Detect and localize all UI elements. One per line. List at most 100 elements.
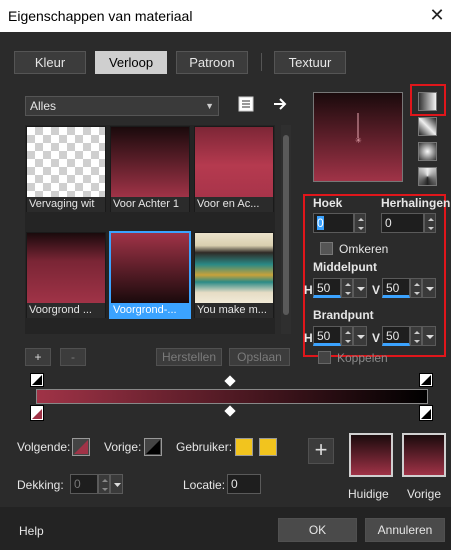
previous-preview-label: Vorige [407,487,442,501]
center-h-dropdown[interactable] [353,278,367,298]
center-h-input[interactable]: 50 [313,278,341,298]
focal-point-label: Brandpunt [313,308,374,322]
tab-textuur[interactable]: Textuur [274,51,346,74]
tab-verloop[interactable]: Verloop [95,51,167,74]
radial-gradient-icon[interactable] [418,142,437,161]
previous-label: Vorige: [104,440,142,454]
add-gradient-button[interactable]: + [25,348,51,366]
gradient-swatch-label: Voorgrond ... [27,303,105,318]
color-stop-left[interactable] [30,405,44,421]
gradient-swatch-selected[interactable]: Voorgrond-... [109,231,191,319]
angle-spinner[interactable] [354,213,366,233]
focal-h-spinner[interactable] [341,326,353,346]
repeats-value: 0 [385,216,392,230]
arrow-right-icon[interactable] [272,96,288,112]
location-value: 0 [231,477,238,491]
add-to-swatches-button[interactable]: + [308,438,334,464]
center-point-label: Middelpunt [313,260,377,274]
library-scrollbar-thumb[interactable] [283,135,289,315]
center-v-value: 50 [386,281,400,295]
window-title: Eigenschappen van materiaal [8,8,193,24]
gradient-swatch[interactable]: Voor en Ac... [194,126,274,212]
focal-v-dropdown[interactable] [422,326,436,346]
location-label: Locatie: [183,478,226,492]
invert-label: Omkeren [339,242,389,256]
center-v-dropdown[interactable] [422,278,436,298]
link-checkbox[interactable] [318,351,331,364]
focal-h-label: H [304,331,313,345]
current-label: Huidige [348,487,389,501]
gradient-swatch[interactable]: Voor Achter 1 [110,126,190,212]
gradient-filter-value: Alles [30,99,57,113]
title-bar: Eigenschappen van materiaal ✕ [0,0,451,32]
list-view-icon[interactable] [238,96,254,112]
gradient-preview[interactable]: ✳ [313,92,403,182]
gradient-swatch-label: Vervaging wit [27,197,105,212]
repeats-label: Herhalingen [381,196,451,210]
opacity-stop-right[interactable] [419,373,433,387]
angle-label: Hoek [313,196,343,210]
user-color-swatch-1[interactable] [235,438,253,456]
help-link[interactable]: Help [19,524,44,538]
opacity-label: Dekking: [17,478,64,492]
user-color-swatch-2[interactable] [259,438,277,456]
previous-preview-swatch[interactable] [402,433,446,477]
opacity-stop-left[interactable] [30,373,44,387]
linear-gradient-icon[interactable] [418,92,437,111]
gradient-swatch-label: Voorgrond-... [111,303,189,318]
color-midpoint[interactable] [224,405,236,417]
gradient-library: Vervaging wit Voor Achter 1 Voor en Ac..… [25,125,275,334]
gradient-swatch[interactable]: Vervaging wit [26,126,106,212]
current-preview-swatch[interactable] [349,433,393,477]
opacity-dropdown[interactable] [110,474,123,494]
angle-value: 0 [317,216,324,230]
restore-button[interactable]: Herstellen [156,348,222,366]
angle-input[interactable]: 0 [313,213,354,233]
opacity-spinner[interactable] [98,474,110,494]
gradient-swatch-label: Voor Achter 1 [111,197,189,212]
cancel-button[interactable]: Annuleren [365,518,445,542]
center-h-spinner[interactable] [341,278,353,298]
previous-color-button[interactable] [144,438,162,456]
tab-kleur[interactable]: Kleur [14,51,86,74]
focal-v-spinner[interactable] [410,326,422,346]
location-input[interactable]: 0 [227,474,261,494]
save-gradient-button[interactable]: Opslaan [229,348,290,366]
repeats-input[interactable]: 0 [381,213,424,233]
svg-text:✳: ✳ [355,136,362,145]
remove-gradient-button[interactable]: - [60,348,86,366]
center-v-spinner[interactable] [410,278,422,298]
close-icon[interactable]: ✕ [426,4,448,26]
rectangular-gradient-icon[interactable] [418,117,437,136]
opacity-input[interactable]: 0 [70,474,98,494]
gradient-filter-dropdown[interactable]: Alles ▼ [25,96,219,116]
color-stop-right[interactable] [419,405,433,421]
link-label: Koppelen [337,351,388,365]
focal-v-input[interactable]: 50 [382,326,410,346]
invert-checkbox[interactable] [320,242,333,255]
gradient-bar[interactable] [36,389,428,404]
library-scrollbar[interactable] [281,125,291,334]
gradient-swatch[interactable]: Voorgrond ... [26,232,106,318]
focal-h-input[interactable]: 50 [313,326,341,346]
next-label: Volgende: [17,440,71,454]
focal-h-value: 50 [317,329,331,343]
center-h-label: H [304,283,313,297]
center-v-label: V [372,283,381,297]
center-h-value: 50 [317,281,331,295]
opacity-midpoint[interactable] [224,375,236,387]
center-v-input[interactable]: 50 [382,278,410,298]
tab-separator [261,53,262,71]
ok-button[interactable]: OK [278,518,357,542]
focal-v-label: V [372,331,381,345]
focal-v-value: 50 [386,329,400,343]
gradient-swatch-label: Voor en Ac... [195,197,273,212]
next-color-button[interactable] [72,438,90,456]
sunburst-gradient-icon[interactable] [418,167,437,186]
repeats-spinner[interactable] [424,213,436,233]
gradient-swatch-label: You make m... [195,303,273,318]
focal-h-dropdown[interactable] [353,326,367,346]
tab-patroon[interactable]: Patroon [176,51,248,74]
gradient-swatch[interactable]: You make m... [194,232,274,318]
chevron-down-icon: ▼ [205,101,214,111]
